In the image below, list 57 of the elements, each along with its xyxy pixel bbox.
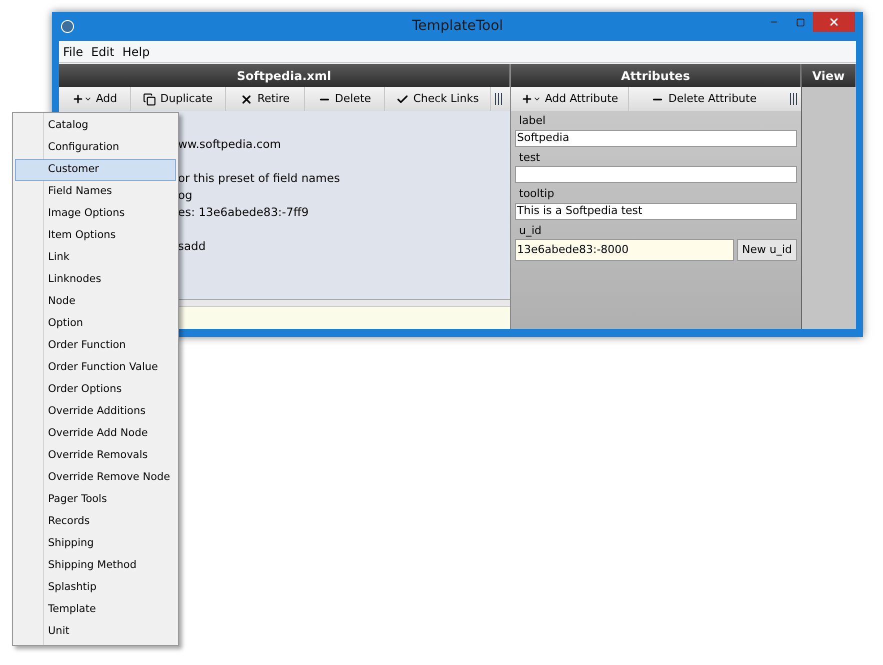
panel-header: Softpedia.xml xyxy=(59,64,510,87)
field-label: test xyxy=(518,150,542,166)
menu-item[interactable]: Shipping xyxy=(15,533,176,555)
menu-item[interactable]: Field Names xyxy=(15,181,176,203)
menu-item[interactable]: Override Removals xyxy=(15,445,176,467)
toolbar-button[interactable]: Delete Attribute xyxy=(629,87,779,111)
menu-item[interactable]: Unit xyxy=(15,621,176,643)
close-icon xyxy=(828,16,840,28)
menu-item[interactable]: Records xyxy=(15,511,176,533)
maximize-icon xyxy=(796,18,804,26)
menu-bar-item[interactable]: Edit xyxy=(91,42,114,60)
add-icon xyxy=(520,93,541,105)
xml-text-line: or this preset of field names xyxy=(178,170,341,187)
menu-item[interactable]: Pager Tools xyxy=(15,489,176,511)
field-label: label xyxy=(518,113,547,129)
xml-text-line: ww.softpedia.com xyxy=(178,136,282,153)
toolbar-grip-icon xyxy=(495,93,502,105)
xml-text-line: og xyxy=(178,187,194,204)
add-icon xyxy=(72,93,92,105)
menu-item[interactable]: Override Remove Node xyxy=(15,467,176,489)
xml-text-line: sadd xyxy=(178,238,207,255)
menu-item[interactable]: Override Add Node xyxy=(15,423,176,445)
input-field[interactable] xyxy=(515,166,797,183)
menu-item[interactable]: Order Function Value xyxy=(15,357,176,379)
menu-item[interactable]: Shipping Method xyxy=(15,555,176,577)
close-button[interactable] xyxy=(813,12,855,32)
menu-item[interactable]: Order Options xyxy=(15,379,176,401)
cross-icon xyxy=(240,92,254,106)
panel-header: Attributes xyxy=(511,64,801,87)
field-label: u_id xyxy=(518,222,543,239)
new-id-button[interactable]: New u_id xyxy=(737,239,797,261)
input-field[interactable]: Softpedia xyxy=(515,130,797,146)
toolbar-grip-icon xyxy=(790,93,797,105)
menu-item[interactable]: Catalog xyxy=(15,115,176,137)
menu-item[interactable]: Customer xyxy=(15,159,176,181)
menu-item[interactable]: Configuration xyxy=(15,137,176,159)
menu-item[interactable]: Order Function xyxy=(15,335,176,357)
menu-item[interactable]: Splashtip xyxy=(15,577,176,599)
window-title: TemplateTool xyxy=(412,17,504,36)
menu-bar-item[interactable]: Help xyxy=(122,42,150,60)
input-field[interactable]: 13e6abede83:-8000 xyxy=(515,239,734,261)
menu-item[interactable]: Template xyxy=(15,599,176,621)
menu-item[interactable]: Image Options xyxy=(15,203,176,225)
menu-item[interactable]: Node xyxy=(15,291,176,313)
duplicate-icon xyxy=(143,92,156,106)
check-icon xyxy=(396,92,410,106)
panel-header: View xyxy=(802,64,856,87)
input-field[interactable]: This is a Softpedia test xyxy=(515,202,797,220)
app-logo-icon xyxy=(61,20,74,33)
menu-item[interactable]: Link xyxy=(15,247,176,269)
menu-item[interactable]: Override Additions xyxy=(15,401,176,423)
xml-text-line: es: 13e6abede83:-7ff9 xyxy=(178,204,310,221)
menu-item[interactable]: Linknodes xyxy=(15,269,176,291)
menu-item[interactable]: Option xyxy=(15,313,176,335)
field-label: tooltip xyxy=(518,186,556,202)
menu-item[interactable]: Item Options xyxy=(15,225,176,247)
menu-bar-item[interactable]: File xyxy=(63,42,84,60)
